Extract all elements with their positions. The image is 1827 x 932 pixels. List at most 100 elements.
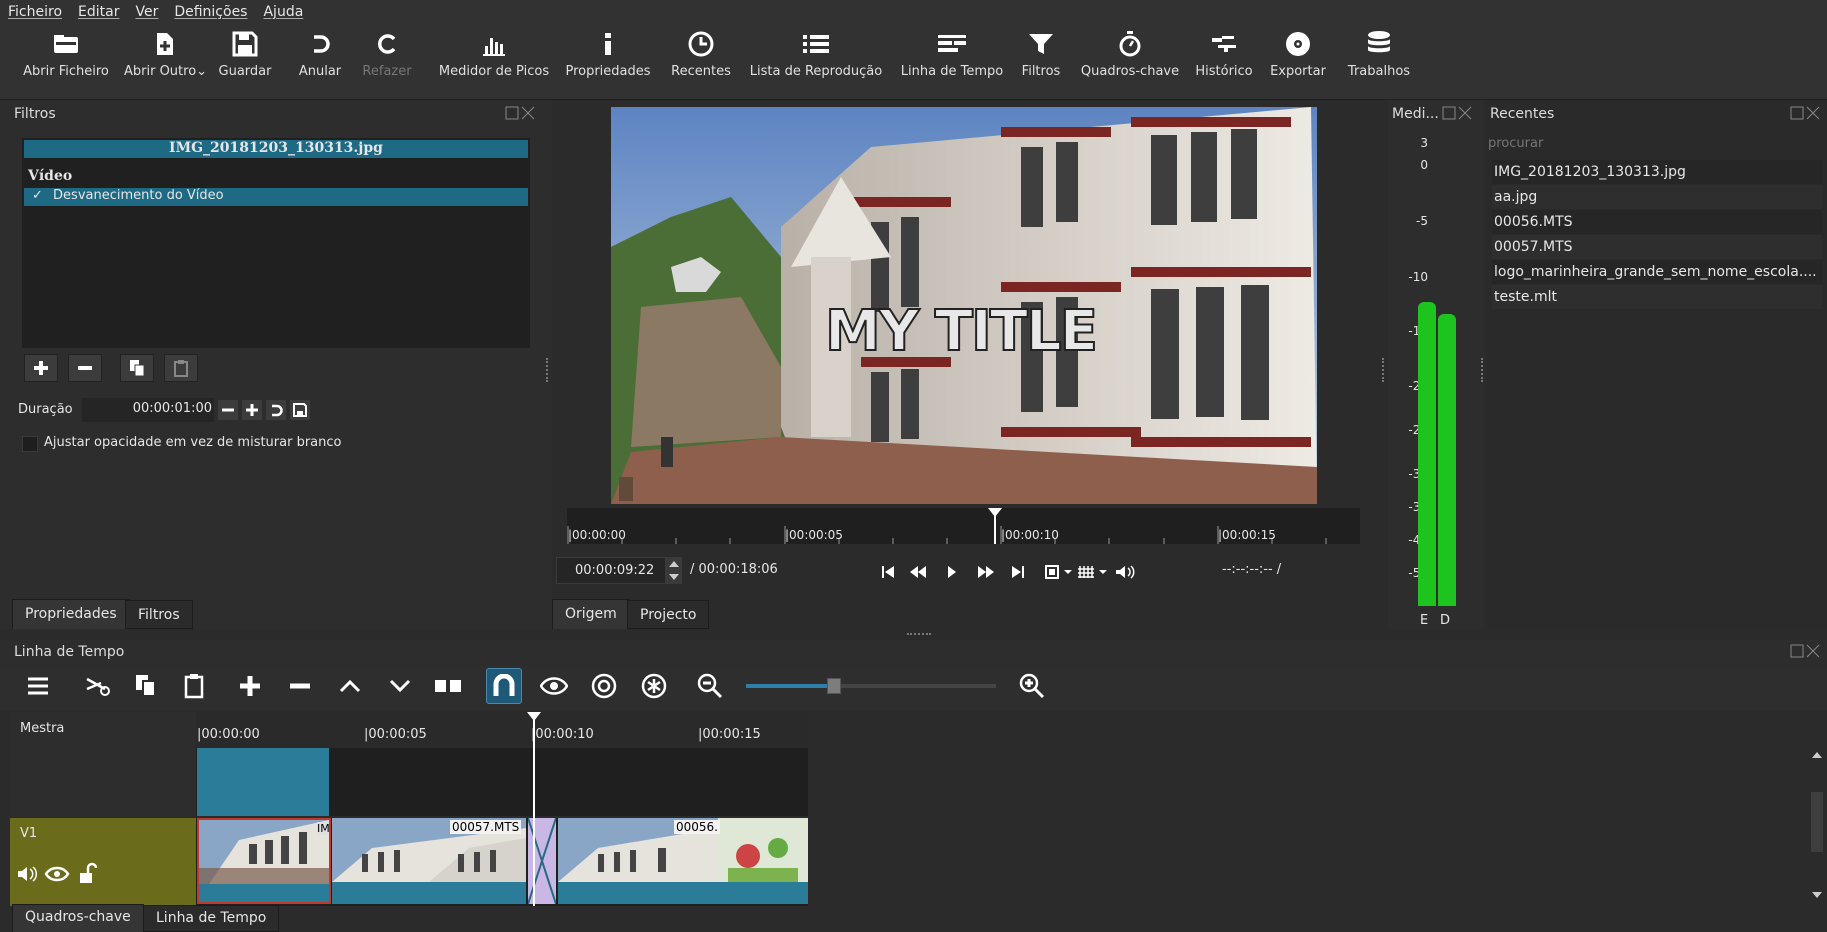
recent-button[interactable]: Recentes bbox=[666, 24, 736, 100]
duration-save-button[interactable] bbox=[290, 400, 310, 420]
recent-search-input[interactable] bbox=[1486, 130, 1827, 156]
eye-icon bbox=[540, 677, 568, 695]
timeline-playhead[interactable] bbox=[527, 712, 541, 906]
overwrite-button[interactable] bbox=[382, 668, 418, 704]
redo-icon bbox=[378, 34, 396, 54]
append-button[interactable] bbox=[232, 668, 268, 704]
scroll-down-icon[interactable] bbox=[1808, 888, 1826, 902]
filters-dock-buttons[interactable] bbox=[505, 106, 535, 120]
copy-button[interactable] bbox=[128, 668, 164, 704]
open-other-button[interactable]: Abrir Outro⌄ bbox=[124, 24, 207, 100]
tab-project[interactable]: Projecto bbox=[627, 600, 710, 629]
checkmark-icon[interactable]: ✓ bbox=[32, 188, 43, 203]
menu-view[interactable]: Ver bbox=[127, 0, 166, 20]
timeline-dock-buttons[interactable] bbox=[1790, 644, 1820, 658]
save-button[interactable]: Guardar bbox=[215, 24, 275, 100]
recent-item[interactable]: 00057.MTS bbox=[1492, 235, 1822, 259]
volume-icon[interactable] bbox=[18, 866, 38, 882]
remove-filter-button[interactable] bbox=[68, 354, 102, 382]
peak-meter-button[interactable]: Medidor de Picos bbox=[438, 24, 550, 100]
timeline-button[interactable]: Linha de Tempo bbox=[898, 24, 1006, 100]
zoom-in-button[interactable] bbox=[1014, 668, 1050, 704]
lift-button[interactable] bbox=[332, 668, 368, 704]
opacity-checkbox[interactable] bbox=[22, 436, 38, 452]
duration-reset-button[interactable] bbox=[266, 400, 286, 420]
properties-button[interactable]: Propriedades bbox=[564, 24, 652, 100]
open-file-button[interactable]: Abrir Ficheiro bbox=[20, 24, 112, 100]
scrub-toggle[interactable] bbox=[536, 668, 572, 704]
meter-dock-buttons[interactable] bbox=[1442, 106, 1472, 120]
recent-item[interactable]: IMG_20181203_130313.jpg bbox=[1492, 160, 1822, 184]
split-button[interactable] bbox=[430, 668, 466, 704]
recent-item[interactable]: logo_marinheira_grande_sem_nome_escola..… bbox=[1492, 260, 1822, 284]
chevron-down-icon bbox=[669, 574, 679, 581]
menu-settings[interactable]: Definições bbox=[166, 0, 255, 20]
ripple-all-toggle[interactable] bbox=[636, 668, 672, 704]
history-button[interactable]: Histórico bbox=[1192, 24, 1256, 100]
grid-icon[interactable] bbox=[1078, 566, 1107, 578]
position-spinner[interactable] bbox=[666, 557, 682, 584]
keyframes-label: Quadros-chave bbox=[1080, 64, 1180, 79]
menu-help[interactable]: Ajuda bbox=[255, 0, 311, 20]
playlist-button[interactable]: Lista de Reprodução bbox=[746, 24, 886, 100]
rewind-icon[interactable] bbox=[910, 566, 926, 578]
play-icon[interactable] bbox=[948, 566, 956, 578]
master-track-clip[interactable] bbox=[197, 748, 329, 816]
recent-item[interactable]: aa.jpg bbox=[1492, 185, 1822, 209]
tab-source[interactable]: Origem bbox=[552, 599, 630, 629]
timeline-menu-button[interactable] bbox=[20, 668, 56, 704]
duration-field[interactable]: 00:00:01:00 bbox=[82, 398, 214, 422]
paste-button[interactable] bbox=[176, 668, 212, 704]
volume-icon[interactable] bbox=[1116, 565, 1135, 579]
ripple-toggle[interactable] bbox=[586, 668, 622, 704]
recent-item[interactable]: 00056.MTS bbox=[1492, 210, 1822, 234]
skip-to-end-icon[interactable] bbox=[1012, 566, 1024, 578]
splitter-handle[interactable] bbox=[546, 358, 549, 382]
fast-forward-icon[interactable] bbox=[978, 566, 994, 578]
undo-button[interactable]: Anular bbox=[290, 24, 350, 100]
recent-dock-buttons[interactable] bbox=[1790, 106, 1820, 120]
skip-to-start-icon[interactable] bbox=[882, 566, 894, 578]
position-field[interactable]: 00:00:09:22 bbox=[556, 557, 666, 584]
paste-filter-button[interactable] bbox=[164, 354, 198, 382]
menu-file[interactable]: Ficheiro bbox=[0, 0, 70, 20]
filters-button[interactable]: Filtros bbox=[1015, 24, 1067, 100]
zoom-slider-thumb[interactable] bbox=[826, 678, 841, 694]
zoom-out-button[interactable] bbox=[692, 668, 728, 704]
redo-button[interactable]: Refazer bbox=[355, 24, 419, 100]
player-scrubber[interactable]: |00:00:00 |00:00:05 |00:00:10 |00:00:15 bbox=[567, 508, 1360, 544]
duration-increase-button[interactable] bbox=[242, 400, 262, 420]
zoom-fit-icon[interactable] bbox=[1045, 565, 1072, 579]
lock-open-icon[interactable] bbox=[80, 862, 98, 883]
remove-button[interactable] bbox=[282, 668, 318, 704]
filter-item[interactable]: ✓ Desvanecimento do Vídeo bbox=[24, 188, 528, 206]
scroll-up-icon[interactable] bbox=[1808, 748, 1826, 762]
timeline-clip[interactable]: 00057.MTS bbox=[332, 818, 526, 904]
clock-icon bbox=[688, 31, 714, 57]
cut-button[interactable] bbox=[80, 668, 116, 704]
duration-decrease-button[interactable] bbox=[218, 400, 238, 420]
clipboard-icon bbox=[184, 674, 204, 699]
tab-filters[interactable]: Filtros bbox=[125, 600, 193, 629]
properties-label: Propriedades bbox=[565, 64, 651, 79]
splitter-handle[interactable] bbox=[1481, 358, 1483, 382]
recent-item[interactable]: teste.mlt bbox=[1492, 285, 1822, 309]
splitter-handle[interactable] bbox=[907, 633, 931, 635]
export-button[interactable]: Exportar bbox=[1266, 24, 1330, 100]
add-filter-button[interactable] bbox=[24, 354, 58, 382]
snap-toggle[interactable] bbox=[486, 668, 522, 704]
menu-edit[interactable]: Editar bbox=[70, 0, 127, 20]
tab-properties[interactable]: Propriedades bbox=[12, 599, 130, 629]
scroll-thumb[interactable] bbox=[1811, 792, 1823, 852]
tab-keyframes[interactable]: Quadros-chave bbox=[12, 904, 144, 932]
timeline-vertical-scrollbar[interactable] bbox=[1808, 746, 1826, 906]
timeline-clip[interactable]: IM bbox=[197, 818, 331, 904]
copy-filter-button[interactable] bbox=[120, 354, 154, 382]
jobs-button[interactable]: Trabalhos bbox=[1344, 24, 1414, 100]
keyframes-button[interactable]: Quadros-chave bbox=[1078, 24, 1182, 100]
playhead[interactable] bbox=[988, 508, 1003, 544]
eye-icon[interactable] bbox=[44, 866, 70, 882]
splitter-handle[interactable] bbox=[1382, 358, 1384, 382]
tab-timeline[interactable]: Linha de Tempo bbox=[143, 905, 280, 932]
timeline-clip[interactable]: 00056. bbox=[558, 818, 808, 904]
